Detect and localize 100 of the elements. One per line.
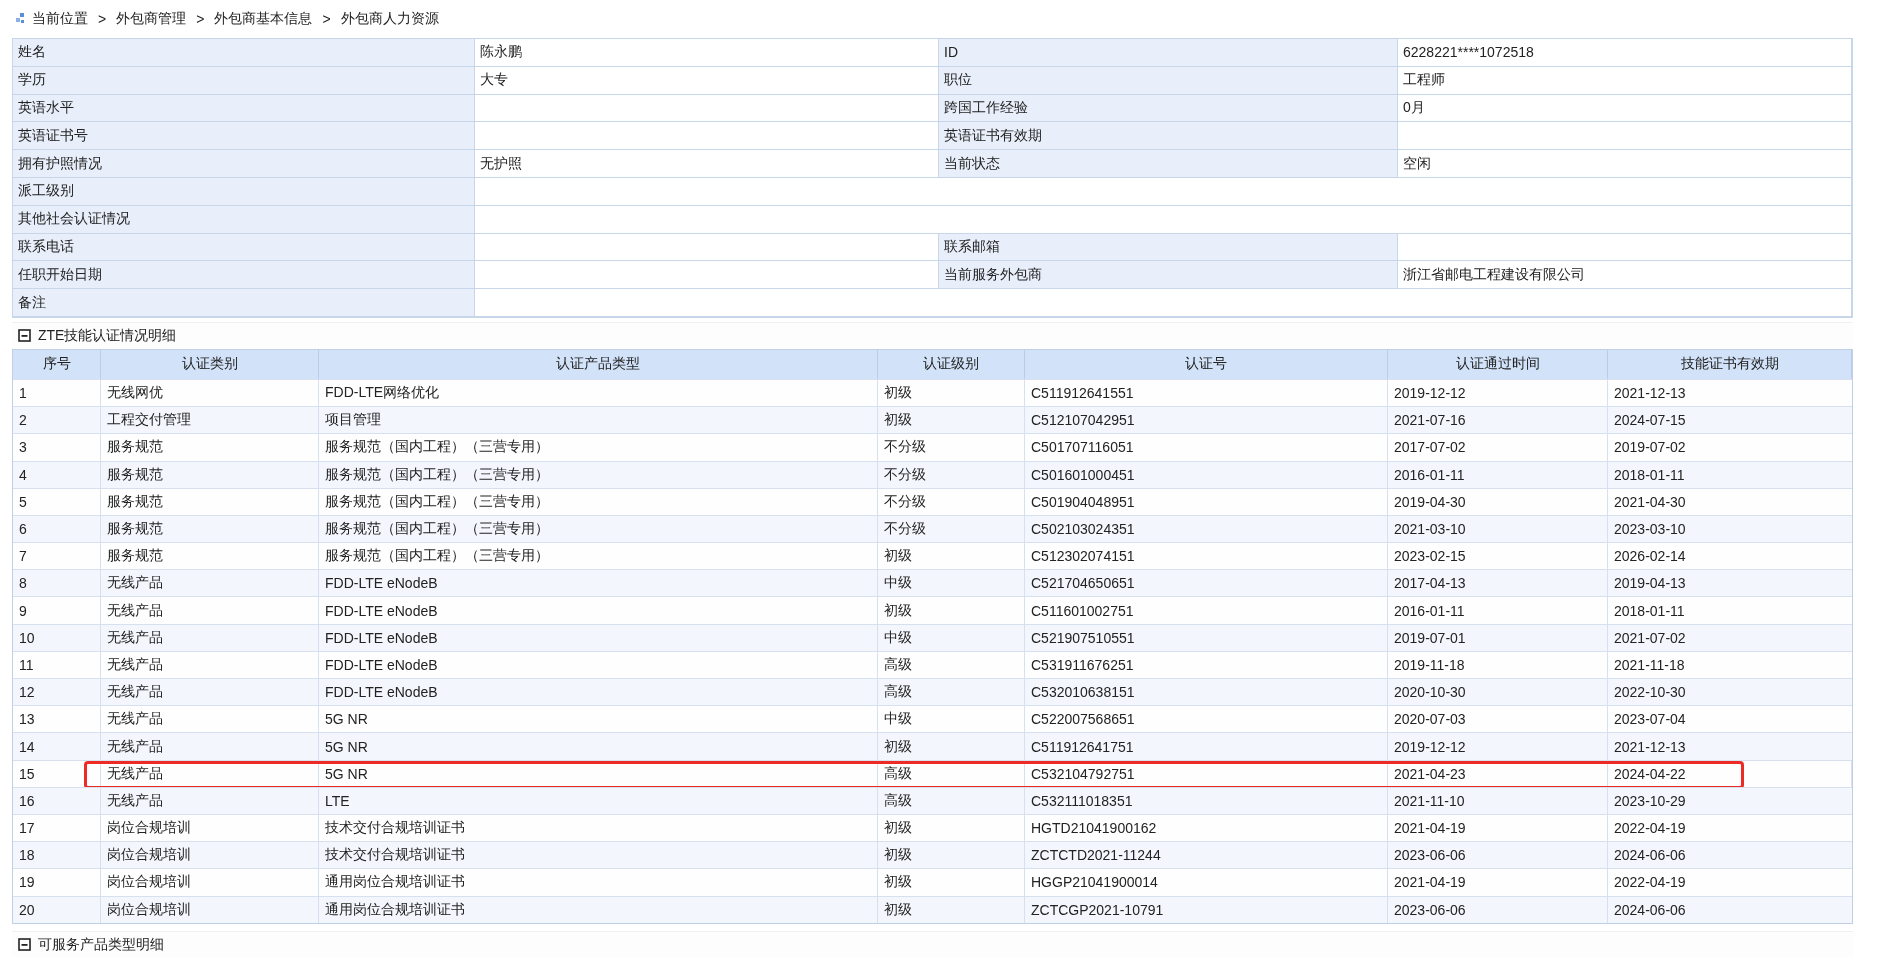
table-cell: C501601000451 bbox=[1025, 460, 1388, 488]
table-cell: C511912641751 bbox=[1025, 732, 1388, 760]
collapse-icon[interactable] bbox=[18, 937, 32, 952]
table-cell: C522007568651 bbox=[1025, 705, 1388, 733]
field-label: 跨国工作经验 bbox=[939, 94, 1398, 123]
table-cell: ZCTCGP2021-10791 bbox=[1025, 895, 1388, 923]
table-cell: 2024-07-15 bbox=[1608, 406, 1852, 434]
table-cell: 2016-01-11 bbox=[1388, 460, 1608, 488]
table-cell: FDD-LTE eNodeB bbox=[319, 596, 878, 624]
field-label: 当前状态 bbox=[939, 150, 1398, 178]
column-header: 认证类别 bbox=[101, 349, 319, 379]
table-cell: 无线产品 bbox=[101, 786, 319, 814]
field-label: ID bbox=[939, 39, 1398, 67]
table-cell: 通用岗位合规培训证书 bbox=[319, 895, 878, 923]
column-header: 认证号 bbox=[1025, 349, 1388, 379]
table-cell: 2016-01-11 bbox=[1388, 596, 1608, 624]
table-cell: 初级 bbox=[878, 841, 1025, 869]
table-cell: 服务规范（国内工程）（三营专用） bbox=[319, 514, 878, 543]
field-label: 英语证书有效期 bbox=[939, 122, 1398, 151]
field-label: 备注 bbox=[13, 289, 475, 317]
table-cell: 技术交付合规培训证书 bbox=[319, 841, 878, 869]
breadcrumb-separator: > bbox=[195, 11, 206, 27]
table-cell: 2023-03-10 bbox=[1608, 514, 1852, 543]
table-cell: 岗位合规培训 bbox=[101, 813, 319, 842]
table-cell: 初级 bbox=[878, 542, 1025, 570]
table-cell: 1 bbox=[13, 378, 101, 407]
breadcrumb-item[interactable]: 外包商管理 bbox=[110, 10, 193, 28]
field-value: 浙江省邮电工程建设有限公司 bbox=[1398, 261, 1852, 290]
field-value: 陈永鹏 bbox=[475, 39, 939, 67]
table-cell: 2023-10-29 bbox=[1608, 786, 1852, 814]
table-cell: HGGP21041900014 bbox=[1025, 868, 1388, 896]
table-cell: 不分级 bbox=[878, 433, 1025, 461]
table-cell: 不分级 bbox=[878, 514, 1025, 543]
table-cell: 5 bbox=[13, 487, 101, 515]
table-cell: 2019-11-18 bbox=[1388, 650, 1608, 679]
table-cell: 2026-02-14 bbox=[1608, 542, 1852, 570]
table-cell: 2019-04-30 bbox=[1388, 487, 1608, 515]
breadcrumb-separator: > bbox=[97, 11, 108, 27]
field-label: 英语水平 bbox=[13, 94, 475, 123]
table-cell: 2024-06-06 bbox=[1608, 841, 1852, 869]
table-cell: C501904048951 bbox=[1025, 487, 1388, 515]
column-header: 序号 bbox=[13, 349, 101, 379]
table-cell: 服务规范（国内工程）（三营专用） bbox=[319, 487, 878, 515]
table-cell: 无线产品 bbox=[101, 678, 319, 706]
table-cell: C532010638151 bbox=[1025, 678, 1388, 706]
table-cell: 技术交付合规培训证书 bbox=[319, 813, 878, 842]
table-cell: 13 bbox=[13, 705, 101, 733]
table-cell: 2021-04-19 bbox=[1388, 813, 1608, 842]
table-cell: 岗位合规培训 bbox=[101, 841, 319, 869]
table-cell: 2024-06-06 bbox=[1608, 895, 1852, 923]
table-cell: 2021-11-18 bbox=[1608, 650, 1852, 679]
field-label: 其他社会认证情况 bbox=[13, 205, 475, 234]
table-cell: 初级 bbox=[878, 378, 1025, 407]
field-value: 工程师 bbox=[1398, 66, 1852, 95]
table-cell: 4 bbox=[13, 460, 101, 488]
table-cell: C531911676251 bbox=[1025, 650, 1388, 679]
table-cell: 中级 bbox=[878, 705, 1025, 733]
table-cell: 高级 bbox=[878, 786, 1025, 814]
location-icon bbox=[16, 13, 26, 25]
field-label: 联系电话 bbox=[13, 233, 475, 262]
table-cell: 初级 bbox=[878, 868, 1025, 896]
collapse-icon[interactable] bbox=[18, 328, 32, 343]
table-cell: 初级 bbox=[878, 895, 1025, 923]
table-cell: 2023-06-06 bbox=[1388, 895, 1608, 923]
table-cell: 工程交付管理 bbox=[101, 406, 319, 434]
table-cell: 初级 bbox=[878, 813, 1025, 842]
table-cell: 12 bbox=[13, 678, 101, 706]
table-cell: 无线产品 bbox=[101, 623, 319, 651]
table-cell: 高级 bbox=[878, 759, 1025, 787]
table-cell: 岗位合规培训 bbox=[101, 868, 319, 896]
table-cell: HGTD21041900162 bbox=[1025, 813, 1388, 842]
table-cell: LTE bbox=[319, 786, 878, 814]
table-cell: 服务规范 bbox=[101, 433, 319, 461]
breadcrumb-item[interactable]: 当前位置 bbox=[26, 10, 94, 28]
table-cell: 不分级 bbox=[878, 460, 1025, 488]
breadcrumb-item[interactable]: 外包商人力资源 bbox=[334, 10, 445, 28]
field-label: 当前服务外包商 bbox=[939, 261, 1398, 290]
table-cell: 2017-07-02 bbox=[1388, 433, 1608, 461]
table-cell: 通用岗位合规培训证书 bbox=[319, 868, 878, 896]
section-title: 可服务产品类型明细 bbox=[38, 935, 164, 954]
table-cell: 不分级 bbox=[878, 487, 1025, 515]
table-cell: 2021-12-13 bbox=[1608, 378, 1852, 407]
field-label: 联系邮箱 bbox=[939, 233, 1398, 262]
table-cell: 2019-04-13 bbox=[1608, 569, 1852, 597]
table-cell: C521704650651 bbox=[1025, 569, 1388, 597]
table-cell: 2022-04-19 bbox=[1608, 868, 1852, 896]
table-cell: 2022-10-30 bbox=[1608, 678, 1852, 706]
table-cell: C532111018351 bbox=[1025, 786, 1388, 814]
column-header: 认证通过时间 bbox=[1388, 349, 1608, 379]
table-cell: 5G NR bbox=[319, 759, 878, 787]
table-cell: 2021-07-02 bbox=[1608, 623, 1852, 651]
table-cell: FDD-LTE eNodeB bbox=[319, 650, 878, 679]
field-label: 派工级别 bbox=[13, 178, 475, 206]
breadcrumb-separator: > bbox=[321, 11, 332, 27]
table-cell: FDD-LTE eNodeB bbox=[319, 623, 878, 651]
table-cell: 2021-04-30 bbox=[1608, 487, 1852, 515]
table-cell: 8 bbox=[13, 569, 101, 597]
table-cell: 服务规范 bbox=[101, 460, 319, 488]
breadcrumb-item[interactable]: 外包商基本信息 bbox=[208, 10, 319, 28]
table-cell: 初级 bbox=[878, 596, 1025, 624]
